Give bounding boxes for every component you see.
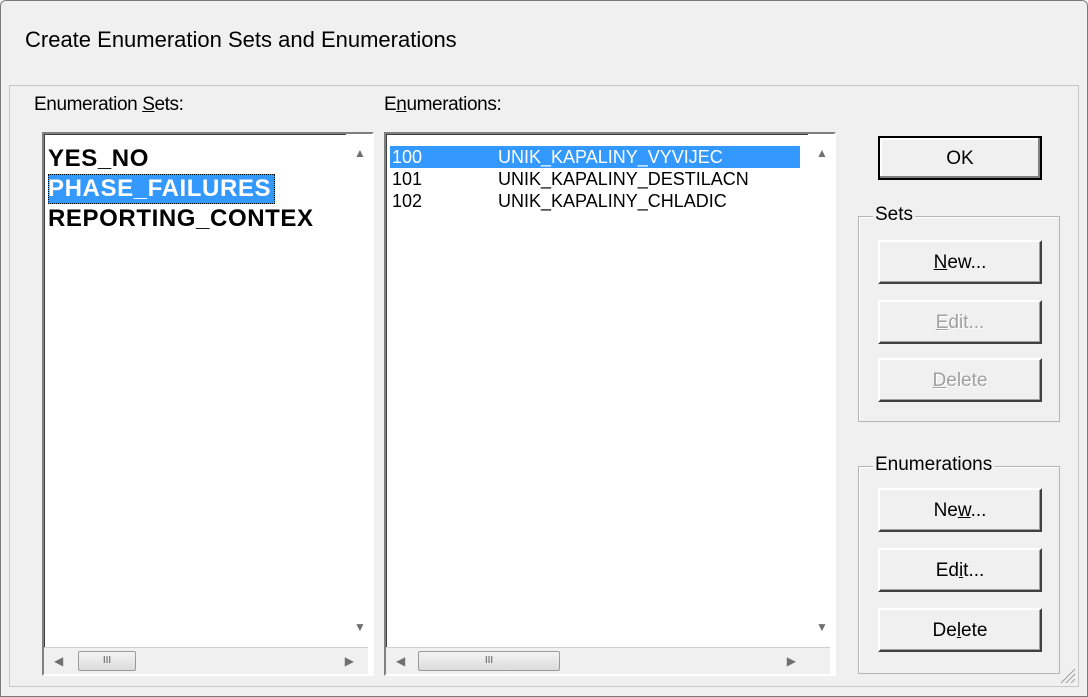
enum-row-100[interactable]: 100 UNIK_KAPALINY_VYVIJEC [390,146,800,168]
sets-edit-button[interactable]: Edit... [878,300,1042,344]
enumerations-vertical-scrollbar[interactable]: ▲ ▼ [808,134,834,642]
enum-row-101[interactable]: 101 UNIK_KAPALINY_DESTILACN [390,168,800,190]
sets-group-label: Sets [873,204,916,226]
enum-name: UNIK_KAPALINY_VYVIJEC [498,147,723,167]
scroll-up-arrow-icon[interactable]: ▲ [816,146,828,160]
set-item-phase-failures[interactable]: PHASE_FAILURES [48,174,276,204]
sets-scroll-thumb[interactable]: III [78,651,136,671]
sets-delete-button[interactable]: Delete [878,358,1042,402]
enum-value: 102 [392,191,423,211]
enum-name: UNIK_KAPALINY_CHLADIC [498,191,727,211]
scroll-up-arrow-icon[interactable]: ▲ [354,146,366,160]
scroll-down-arrow-icon[interactable]: ▼ [354,620,366,634]
scroll-right-arrow-icon[interactable]: ▶ [345,654,354,668]
enumerations-list[interactable]: 100 UNIK_KAPALINY_VYVIJEC 101 UNIK_KAPAL… [384,132,836,676]
set-item-yes-no[interactable]: YES_NO [48,144,149,174]
scroll-down-arrow-icon[interactable]: ▼ [816,620,828,634]
dialog-window: Create Enumeration Sets and Enumerations… [0,0,1088,697]
enumerations-delete-button[interactable]: Delete [878,608,1042,652]
title-bar[interactable]: Create Enumeration Sets and Enumerations [1,1,1087,85]
enumeration-sets-label: Enumeration Sets: [34,94,184,115]
scroll-left-arrow-icon[interactable]: ◀ [396,654,405,668]
enumeration-sets-list[interactable]: YES_NO PHASE_FAILURES REPORTING_CONTEX ▲… [42,132,374,676]
enum-row-102[interactable]: 102 UNIK_KAPALINY_CHLADIC [390,190,800,212]
enumerations-edit-button[interactable]: Edit... [878,548,1042,592]
enum-value: 101 [392,169,423,189]
sets-new-button[interactable]: New... [878,240,1042,284]
enumerations-new-button[interactable]: New... [878,488,1042,532]
sets-horizontal-scrollbar[interactable]: ◀ III ▶ [44,647,368,674]
scroll-left-arrow-icon[interactable]: ◀ [54,654,63,668]
window-title: Create Enumeration Sets and Enumerations [25,27,457,52]
enumerations-label: Enumerations: [384,94,502,115]
enum-name: UNIK_KAPALINY_DESTILACN [498,169,749,189]
enumerations-scroll-thumb[interactable]: III [418,651,560,671]
ok-button[interactable]: OK [878,136,1042,180]
dialog-client-area: Enumeration Sets: YES_NO PHASE_FAILURES … [9,85,1079,687]
enumerations-group-label: Enumerations [873,454,995,476]
scroll-right-arrow-icon[interactable]: ▶ [787,654,796,668]
sets-vertical-scrollbar[interactable]: ▲ ▼ [346,134,372,642]
enumerations-horizontal-scrollbar[interactable]: ◀ III ▶ [386,647,830,674]
enum-value: 100 [392,147,423,167]
set-item-reporting-context[interactable]: REPORTING_CONTEX [48,204,314,234]
resize-grip-icon[interactable] [1058,666,1076,684]
